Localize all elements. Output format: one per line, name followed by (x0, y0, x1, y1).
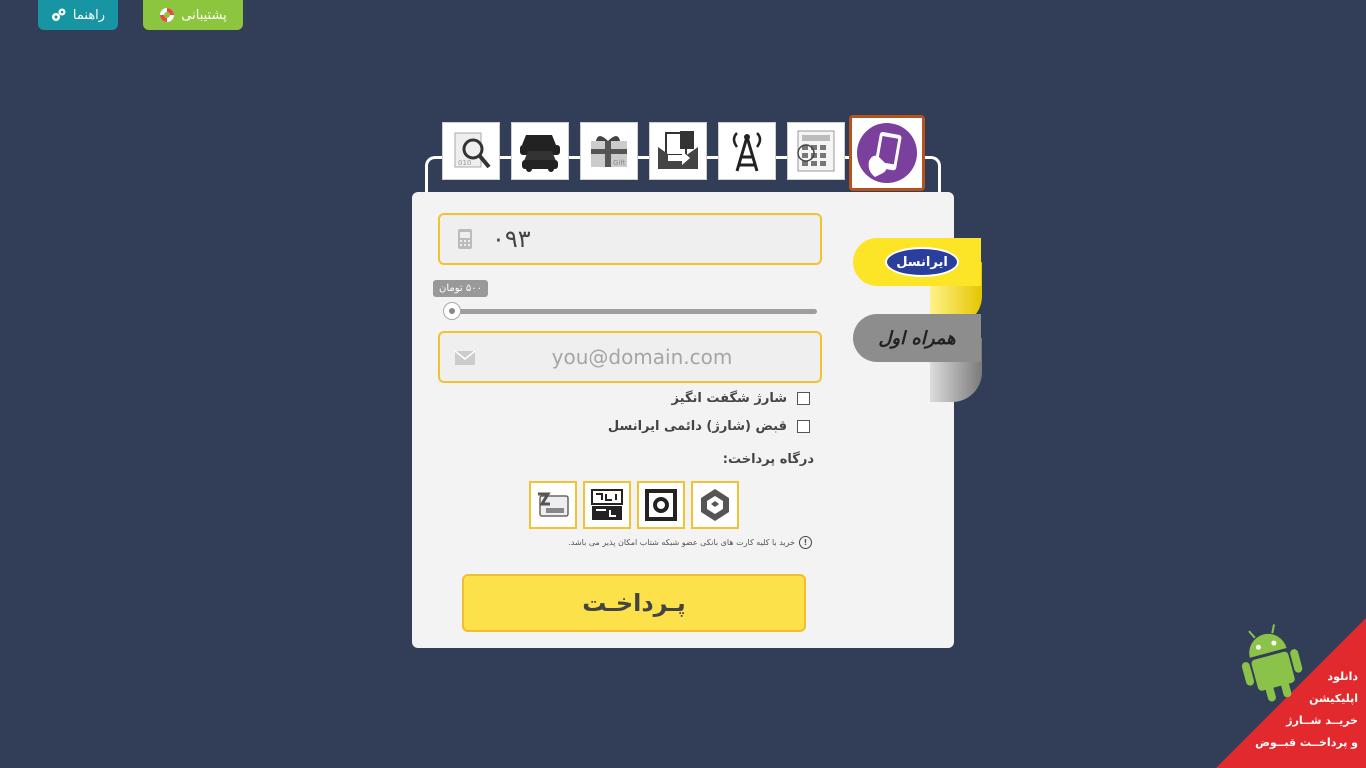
svg-text:010: 010 (458, 159, 471, 167)
svg-text:Gift: Gift (613, 159, 626, 167)
promo-line-3: خریــد شــارژ (1286, 714, 1358, 727)
help-gears-icon (51, 8, 66, 21)
support-label: پشتیبانی (181, 7, 227, 23)
amazing-charge-label: شارژ شگفت انگیز (671, 390, 787, 406)
gift-icon: Gift (591, 136, 627, 167)
tab-internet-package[interactable] (718, 122, 776, 180)
envelope-icon (454, 350, 476, 365)
amount-slider-handle[interactable] (443, 302, 461, 320)
tab-sms[interactable] (649, 122, 707, 180)
search-document-icon: 010 (454, 132, 491, 169)
mail-icon (658, 131, 698, 169)
tab-bill-calculator[interactable] (787, 122, 845, 180)
bank-gateway-card[interactable] (529, 481, 577, 529)
operator-mci[interactable]: همراه اول (853, 314, 981, 362)
email-field[interactable] (438, 331, 822, 383)
help-button[interactable]: راهنما (38, 0, 118, 30)
promo-line-4: و پرداخــت قبــوض (1255, 736, 1358, 749)
antenna-icon (732, 132, 762, 172)
fanava-card-logo-icon (591, 489, 623, 520)
phone-icon (458, 229, 472, 249)
amount-slider-track[interactable] (445, 309, 817, 314)
info-icon: ! (799, 536, 812, 549)
permanent-bill-checkbox-row[interactable]: قبض (شارژ) دائمی ایرانسل (608, 416, 810, 436)
bank-gateway-saman[interactable] (637, 481, 685, 529)
payment-note: ! خرید با کلیه کارت های بانکی عضو شبکه ش… (568, 536, 812, 549)
tab-gift-card[interactable]: Gift (580, 122, 638, 180)
tab-tracking[interactable]: 010 (442, 122, 500, 180)
android-app-promo[interactable]: دانلود اپلیکیشن خریــد شــارژ و پرداخــت… (1216, 618, 1366, 768)
promo-line-2: اپلیکیشن (1309, 692, 1358, 705)
lifebuoy-icon (160, 8, 175, 22)
amazing-charge-checkbox[interactable] (797, 391, 810, 405)
gateway-label: درگاه پرداخت: (722, 452, 814, 467)
payment-note-text: خرید با کلیه کارت های بانکی عضو شبکه شتا… (568, 538, 795, 547)
calculator-icon (797, 130, 835, 172)
promo-line-1: دانلود (1327, 670, 1358, 683)
email-input[interactable] (490, 336, 794, 378)
amount-badge: ۵۰۰ تومان (433, 280, 488, 297)
phone-input[interactable] (490, 218, 794, 260)
pay-button[interactable]: پـرداخـت (462, 574, 806, 632)
bank-melli-logo-icon (701, 489, 729, 521)
operator-irancell[interactable]: ایرانسل (853, 238, 981, 286)
permanent-bill-checkbox[interactable] (797, 419, 810, 433)
bank-saman-logo-icon (645, 489, 677, 521)
help-label: راهنما (72, 7, 106, 23)
card-logo-icon (538, 492, 569, 517)
support-button[interactable]: پشتیبانی (143, 0, 243, 30)
tab-traffic-fines[interactable] (511, 122, 569, 180)
phone-field[interactable] (438, 213, 822, 265)
mobile-hand-icon (857, 123, 917, 183)
promo-text: دانلود اپلیکیشن خریــد شــارژ و پرداخــت… (1228, 666, 1358, 754)
permanent-bill-label: قبض (شارژ) دائمی ایرانسل (607, 418, 787, 434)
bank-gateway-fanava[interactable] (583, 481, 631, 529)
amazing-charge-checkbox-row[interactable]: شارژ شگفت انگیز (672, 388, 810, 408)
mci-logo: همراه اول (878, 327, 956, 349)
cars-icon (520, 135, 560, 172)
tab-mobile-topup[interactable] (849, 115, 925, 191)
irancell-logo: ایرانسل (885, 247, 959, 277)
bank-gateway-melli[interactable] (691, 481, 739, 529)
